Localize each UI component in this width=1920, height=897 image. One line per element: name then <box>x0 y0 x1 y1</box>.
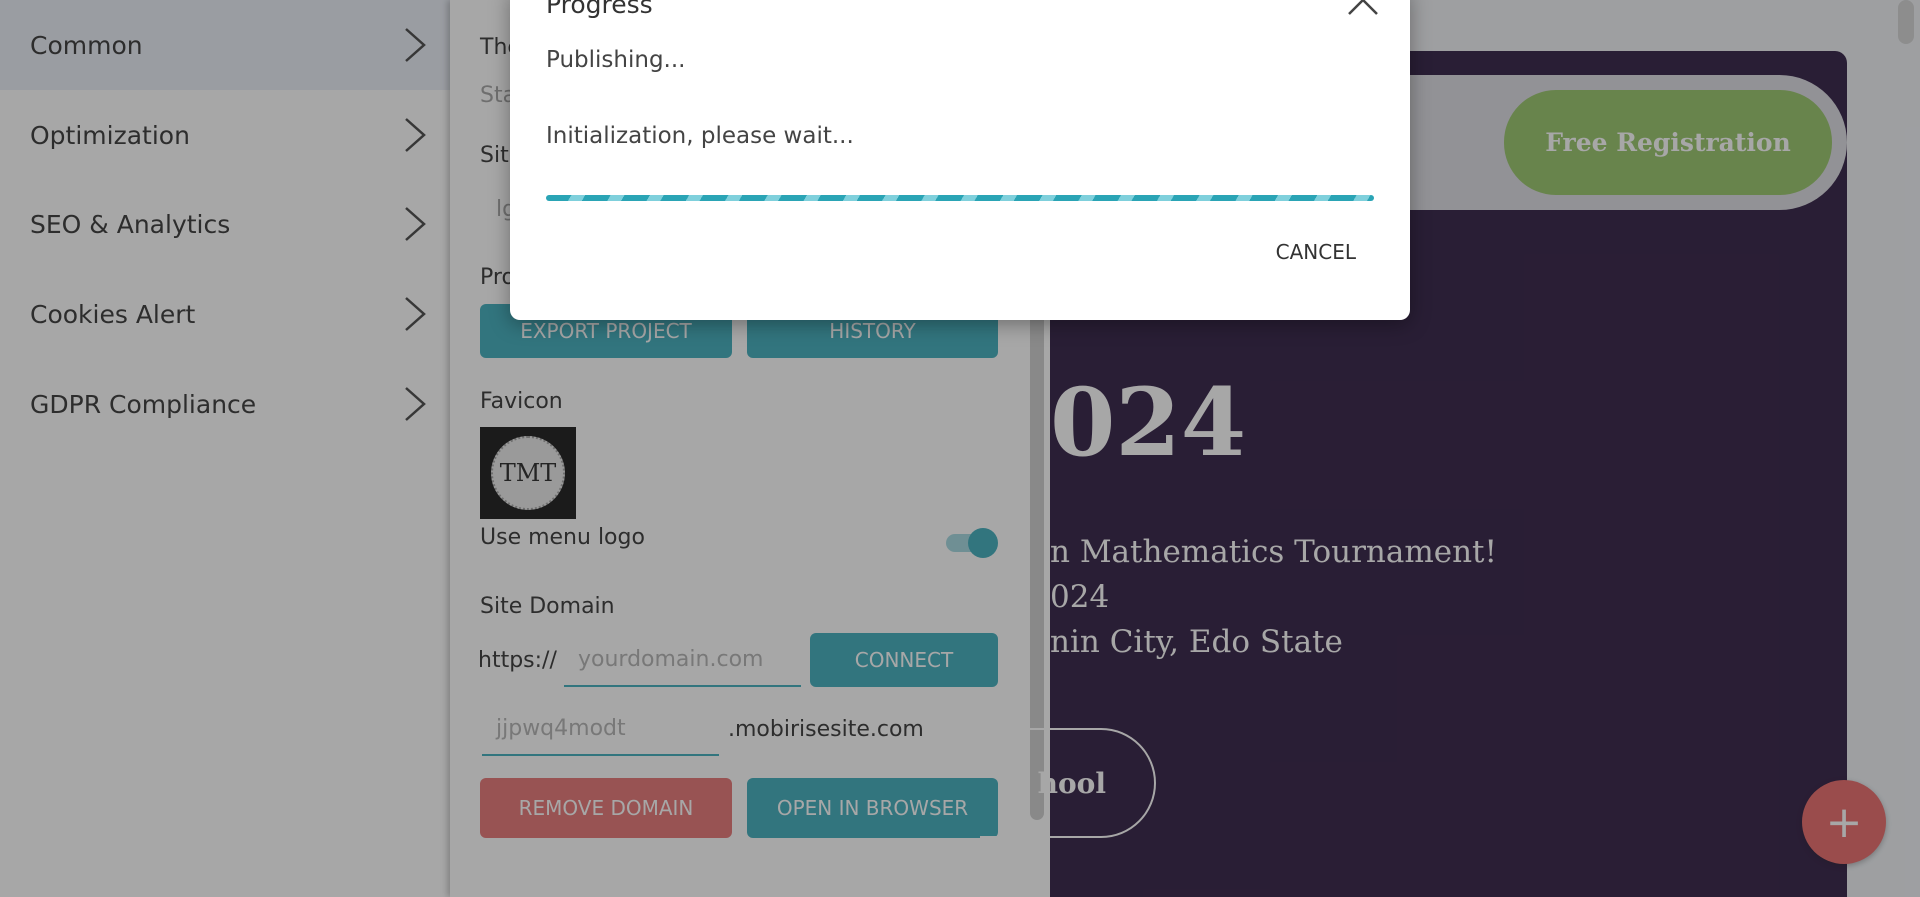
dialog-message: Initialization, please wait... <box>546 123 854 149</box>
collapse-icon[interactable] <box>1346 0 1380 18</box>
progress-dialog: Progress Publishing... Initialization, p… <box>510 0 1410 320</box>
dialog-title: Progress <box>546 0 653 19</box>
progress-bar <box>546 195 1374 201</box>
dialog-status: Publishing... <box>546 47 686 73</box>
cancel-button[interactable]: CANCEL <box>1276 240 1356 264</box>
